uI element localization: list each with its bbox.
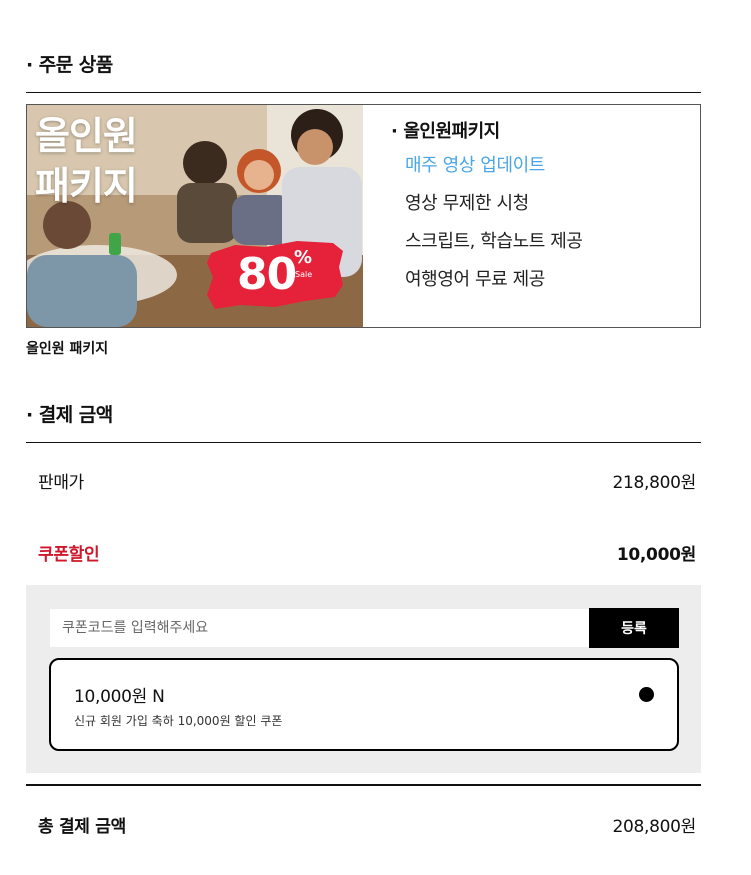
sale-price-value: 218,800원	[612, 473, 696, 493]
order-section-divider	[26, 92, 701, 93]
feature-list-title: · 올인원패키지	[391, 117, 583, 147]
order-section-title: · 주문 상품	[26, 50, 113, 77]
coupon-selected-radio[interactable]	[639, 687, 654, 702]
image-title-line-1: 올인원	[35, 114, 138, 158]
coupon-card[interactable]: 10,000원 N 신규 회원 가입 축하 10,000원 할인 쿠폰	[49, 658, 679, 751]
feature-item: 영상 무제한 시청	[405, 193, 529, 214]
sale-badge-percent: %	[294, 247, 313, 268]
coupon-description: 신규 회원 가입 축하 10,000원 할인 쿠폰	[74, 714, 283, 728]
bullet-icon: ·	[26, 404, 33, 426]
payment-section-divider	[26, 442, 701, 443]
total-value: 208,800원	[612, 817, 696, 837]
coupon-discount-value: 10,000원	[616, 545, 696, 565]
feature-item: 여행영어 무료 제공	[405, 269, 545, 290]
total-divider	[26, 784, 701, 786]
sale-price-row: 판매가 218,800원	[38, 468, 696, 493]
total-row: 총 결제 금액 208,800원	[38, 812, 696, 837]
sale-badge-number: 80	[237, 249, 297, 300]
bullet-icon: ·	[391, 121, 398, 142]
feature-item: 매주 영상 업데이트	[405, 155, 545, 176]
coupon-amount: 10,000원 N	[74, 687, 165, 707]
coupon-discount-label: 쿠폰할인	[38, 545, 100, 565]
total-label: 총 결제 금액	[38, 817, 126, 837]
bullet-icon: ·	[26, 54, 33, 76]
payment-section-title-text: 결제 금액	[38, 404, 114, 426]
feature-list-title-text: 올인원패키지	[403, 121, 500, 142]
product-image-title: 올인원 패키지	[35, 111, 138, 211]
register-coupon-button[interactable]: 등록	[589, 608, 679, 648]
feature-item: 스크립트, 학습노트 제공	[405, 231, 583, 252]
coupon-discount-row: 쿠폰할인 10,000원	[38, 540, 696, 565]
coupon-code-input[interactable]	[50, 609, 590, 647]
product-image: 올인원 패키지 80 % Sale	[27, 105, 363, 327]
product-card[interactable]: 올인원 패키지 80 % Sale · 올인원패키지 매주 영상 업데이트 영상 …	[26, 104, 701, 328]
sale-price-label: 판매가	[38, 473, 85, 493]
sale-badge-label: Sale	[295, 270, 313, 279]
feature-list: · 올인원패키지 매주 영상 업데이트 영상 무제한 시청 스크립트, 학습노트 …	[391, 117, 583, 299]
sale-badge: 80 % Sale	[205, 237, 345, 311]
product-caption: 올인원 패키지	[26, 341, 109, 357]
order-section-title-text: 주문 상품	[38, 54, 114, 76]
image-title-line-2: 패키지	[35, 164, 138, 208]
coupon-area: 등록 10,000원 N 신규 회원 가입 축하 10,000원 할인 쿠폰	[26, 585, 701, 773]
payment-section-title: · 결제 금액	[26, 400, 113, 427]
